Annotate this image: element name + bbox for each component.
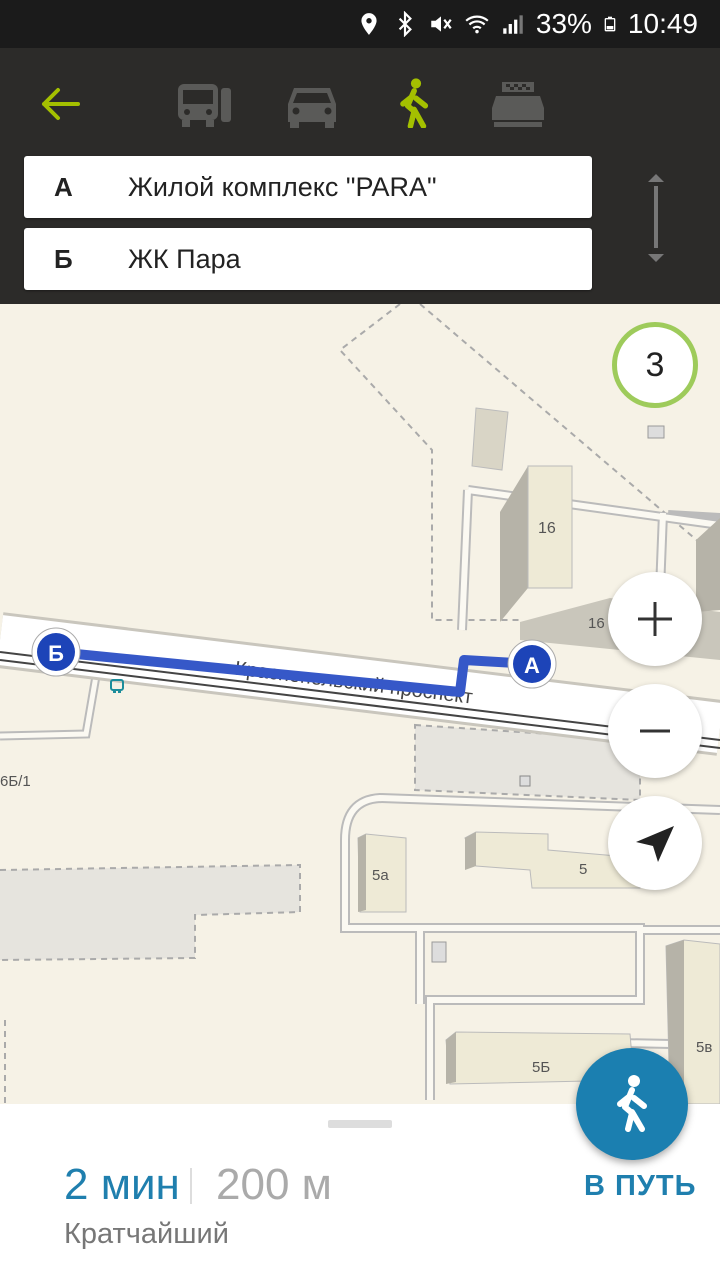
bluetooth-icon (398, 11, 412, 37)
marker-a[interactable]: А (507, 639, 557, 689)
plus-icon (638, 602, 672, 636)
go-button-label[interactable]: В ПУТЬ (584, 1170, 696, 1203)
walk-icon (617, 1075, 647, 1132)
taxi-icon[interactable] (488, 78, 548, 130)
battery-icon (604, 16, 616, 32)
my-location-button[interactable] (608, 796, 702, 890)
building-label-16: 16 (538, 520, 556, 537)
building-label-5: 5 (579, 861, 587, 878)
bus-icon[interactable] (174, 78, 234, 130)
walk-icon[interactable] (386, 76, 446, 128)
car-icon[interactable] (282, 78, 342, 130)
status-bar: 33% 10:49 (0, 0, 720, 48)
mute-icon (431, 16, 452, 32)
marker-b[interactable]: Б (31, 627, 81, 677)
route-from-field[interactable]: А Жилой комплекс "PARA" (24, 156, 592, 218)
back-arrow-icon[interactable] (38, 84, 82, 124)
clock: 10:49 (627, 8, 698, 39)
divider (190, 1168, 192, 1204)
from-text: Жилой комплекс "PARA" (128, 172, 437, 202)
building-label-5a: 5а (372, 867, 389, 884)
poi-cluster-bubble[interactable]: 3 (612, 322, 698, 408)
route-type: Кратчайший (64, 1218, 229, 1250)
navigation-arrow-icon (636, 826, 674, 862)
route-time: 2 мин (64, 1160, 180, 1209)
route-distance: 200 м (216, 1160, 332, 1209)
drag-handle[interactable] (328, 1120, 392, 1128)
building-label-6b1: 6Б/1 (0, 773, 31, 790)
zoom-out-button[interactable] (608, 684, 702, 778)
building-label-16-2: 16 (588, 615, 605, 632)
zoom-in-button[interactable] (608, 572, 702, 666)
marker-b-label: Б (48, 641, 64, 666)
building-label-5v: 5в (696, 1039, 712, 1056)
to-text: ЖК Пара (128, 244, 241, 274)
minus-icon (640, 729, 670, 733)
location-icon (361, 13, 377, 35)
start-walk-button[interactable] (576, 1048, 688, 1160)
from-letter: А (54, 172, 73, 202)
battery-percent: 33% (535, 8, 592, 39)
signal-icon (503, 15, 523, 34)
swap-route-icon[interactable] (644, 172, 668, 264)
route-to-field[interactable]: Б ЖК Пара (24, 228, 592, 290)
route-header: А Жилой комплекс "PARA" Б ЖК Пара (0, 48, 720, 304)
marker-a-label: А (524, 653, 540, 678)
to-letter: Б (54, 244, 73, 274)
building-label-5b: 5Б (532, 1059, 550, 1076)
wifi-icon (465, 15, 489, 34)
